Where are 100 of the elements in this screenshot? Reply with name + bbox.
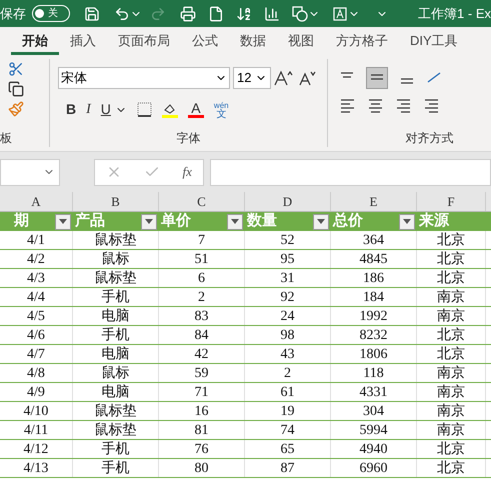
table-cell: 24 [245,307,331,325]
font-color-button[interactable]: A [188,101,204,118]
sort-icon[interactable] [236,6,252,22]
table-cell: 北京 [417,459,486,477]
table-cell: 65 [245,440,331,458]
table-cell: 4/5 [0,307,73,325]
autosave-toggle[interactable]: 关 [32,5,70,22]
underline-button[interactable]: U [100,99,111,120]
table-cell: 8232 [331,326,417,344]
table-cell: 4940 [331,440,417,458]
align-icon[interactable] [424,99,440,113]
ribbon-tab[interactable]: 插入 [59,29,107,55]
table-cell: 2 [245,364,331,382]
table-cell: 鼠标 [73,364,159,382]
column-header[interactable]: F [417,192,486,211]
table-cell: 4/8 [0,364,73,382]
table-cell: 4845 [331,250,417,268]
table-cell: 1806 [331,345,417,363]
triangle-icon [403,219,411,224]
table-cell: 鼠标垫 [73,402,159,420]
table-cell: 南京 [417,364,486,382]
table-cell: 87 [245,459,331,477]
shrink-font-icon[interactable] [297,70,317,86]
table-cell: 南京 [417,421,486,439]
table-cell: 118 [331,364,417,382]
table-cell: 4331 [331,383,417,401]
table-cell: 手机 [73,326,159,344]
shapes-icon[interactable] [292,6,308,22]
ribbon-tab[interactable]: 公式 [181,29,229,55]
column-header[interactable]: B [73,192,159,211]
text-box-icon[interactable] [332,6,348,22]
table-cell: 北京 [417,250,486,268]
table-cell: 手机 [73,440,159,458]
ribbon-tab[interactable]: 数据 [229,29,277,55]
print-icon[interactable] [180,6,196,22]
formula-input[interactable] [210,158,491,186]
save-icon[interactable] [84,6,100,22]
table-cell: 南京 [417,383,486,401]
phonetic-button[interactable]: wén 文 [214,100,229,118]
italic-button[interactable]: I [86,99,91,120]
filter-dropdown[interactable] [399,214,415,230]
align-icon[interactable] [368,99,384,113]
bold-button[interactable]: B [66,99,76,120]
table-cell: 4/10 [0,402,73,420]
table-cell: 手机 [73,288,159,306]
cut-icon[interactable] [8,61,24,77]
font-name-field[interactable]: 宋体 [58,67,230,89]
table-cell: 南京 [417,402,486,420]
table-cell: 6 [159,269,245,287]
table-cell: 4/11 [0,421,73,439]
copy-icon[interactable] [8,81,24,97]
chart-icon[interactable] [264,6,280,22]
table-cell: 83 [159,307,245,325]
column-header[interactable]: D [245,192,331,211]
table-cell: 1992 [331,307,417,325]
table-cell: 4/9 [0,383,73,401]
grow-font-icon[interactable] [274,70,294,86]
column-header[interactable]: A [0,192,73,211]
triangle-icon [317,219,325,224]
filter-dropdown[interactable] [313,214,329,230]
filter-dropdown[interactable] [227,214,243,230]
fill-color-icon[interactable] [162,102,178,118]
table-cell: 59 [159,364,245,382]
header-cell: 数量 [245,212,331,231]
table-cell: 186 [331,269,417,287]
group-label: 板 [0,130,13,147]
table-cell: 304 [331,402,417,420]
window-title: 工作簿1 - Ex [418,4,491,23]
table-cell: 鼠标垫 [73,269,159,287]
table-cell: 4/6 [0,326,73,344]
table-cell: 16 [159,402,245,420]
table-cell: 7 [159,231,245,249]
ribbon-tab[interactable]: 方方格子 [325,29,399,55]
borders-icon[interactable] [136,102,152,117]
ribbon-tab[interactable]: DIY工具 [399,29,469,55]
font-size-field[interactable]: 12 [233,67,271,89]
filter-dropdown[interactable] [141,214,157,230]
insert-function-button[interactable]: fx [182,162,192,182]
table-cell: 南京 [417,288,486,306]
column-header[interactable]: E [331,192,417,211]
undo-icon[interactable] [114,6,130,22]
header-cell-text: 来源 [418,212,450,231]
ribbon-tab[interactable]: 视图 [277,29,325,55]
table-cell: 80 [159,459,245,477]
table-cell: 北京 [417,326,486,344]
table-cell: 81 [159,421,245,439]
table-cell: 北京 [417,269,486,287]
triangle-icon [145,219,153,224]
vertical-align-button[interactable] [366,67,388,89]
table-cell: 51 [159,250,245,268]
ribbon-tab[interactable]: 页面布局 [107,29,181,55]
table-cell: 北京 [417,440,486,458]
table-cell: 42 [159,345,245,363]
column-header[interactable]: C [159,192,245,211]
table-cell: 4/13 [0,459,73,477]
new-file-icon[interactable] [208,6,224,22]
table-cell: 4/3 [0,269,73,287]
filter-dropdown[interactable] [55,214,71,230]
align-icon[interactable] [340,99,356,113]
align-icon[interactable] [396,99,412,113]
